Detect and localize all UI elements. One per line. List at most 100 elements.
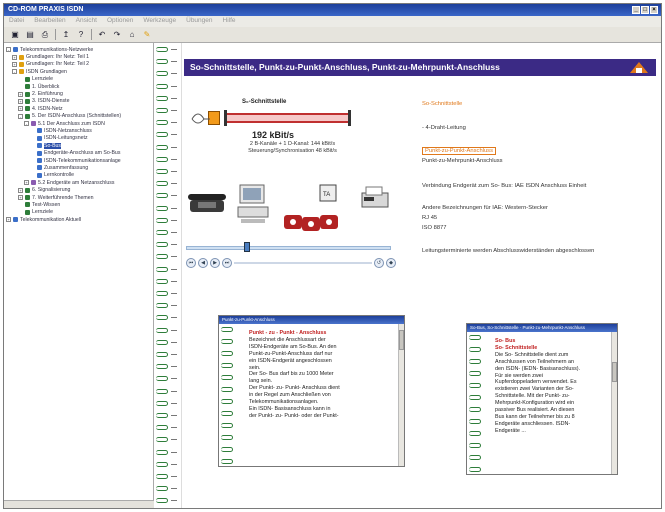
animation-nav-button[interactable]: ◀: [198, 258, 208, 268]
collapse-icon[interactable]: -: [24, 121, 29, 127]
info-link[interactable]: So-Schnittstelle: [422, 101, 462, 107]
tree-item[interactable]: + Telekommunikation Aktuell: [6, 216, 151, 223]
tree-item[interactable]: Zusammenfassung: [6, 164, 151, 171]
page-icon: [37, 165, 42, 171]
help-icon[interactable]: ?: [76, 30, 86, 40]
expand-icon[interactable]: +: [12, 54, 17, 60]
fax-icon[interactable]: [360, 185, 392, 211]
popup-scrollbar[interactable]: [398, 324, 404, 466]
animation-slider-thumb[interactable]: [244, 242, 250, 252]
animation-nav-button[interactable]: ⏭: [222, 258, 232, 268]
menu-item[interactable]: Optionen: [107, 17, 133, 26]
tree-item[interactable]: Lernkontrolle: [6, 172, 151, 179]
popup-line: in der Regel zum Anschließen von: [249, 392, 331, 399]
spiral-tick: [171, 232, 177, 233]
folder-icon: [19, 61, 24, 67]
popup-scrollbar[interactable]: [611, 332, 617, 474]
info-text: Verbindung Endgerät zum So- Bus: IAE ISD…: [422, 183, 587, 189]
tree-item[interactable]: Lernziele: [6, 209, 151, 216]
tree-item-label: Lernkontrolle: [44, 172, 74, 179]
tree-item[interactable]: +4. ISDN-Netz: [6, 105, 151, 112]
menu-item[interactable]: Werkzeuge: [143, 17, 176, 26]
tree-item[interactable]: + Grundlagen: Ihr Netz: Teil 2: [6, 61, 151, 68]
tree-item[interactable]: So-Bus: [6, 142, 151, 149]
isdn-phones-icon[interactable]: [284, 203, 344, 235]
expand-icon[interactable]: +: [24, 180, 29, 186]
tree-item[interactable]: +6. Signalisierung: [6, 186, 151, 193]
tree-item[interactable]: - ISDN Grundlagen: [6, 68, 151, 75]
save-icon[interactable]: ▤: [25, 30, 35, 40]
computer-icon[interactable]: [236, 183, 270, 225]
spiral-ring: [156, 83, 168, 89]
minimize-button[interactable]: _: [632, 6, 640, 14]
home-icon[interactable]: ⌂: [127, 30, 137, 40]
menu-item[interactable]: Übungen: [186, 17, 212, 26]
spiral-tick: [171, 488, 177, 490]
spiral-tick: [171, 195, 177, 197]
menu-item[interactable]: Hilfe: [223, 17, 236, 26]
close-button[interactable]: ×: [650, 6, 658, 14]
popup-line: ein ISDN-Endgerät angeschlossen: [249, 357, 332, 364]
tree-item[interactable]: ISDN-Telekommunikationsanlage: [6, 157, 151, 164]
open-icon[interactable]: ▣: [10, 30, 20, 40]
expand-icon[interactable]: +: [18, 91, 23, 97]
telephone-icon[interactable]: [188, 188, 228, 216]
spiral-tick: [171, 85, 177, 87]
spiral-tick: [171, 73, 177, 75]
tree-item[interactable]: 1. Überblick: [6, 83, 151, 90]
undo-icon[interactable]: ↶: [97, 30, 107, 40]
spiral-ring: [156, 278, 168, 284]
tree-item[interactable]: +3. ISDN-Dienste: [6, 98, 151, 105]
tree-item[interactable]: + Grundlagen: Ihr Netz: Teil 1: [6, 53, 151, 60]
collapse-icon[interactable]: -: [6, 47, 11, 53]
menu-item[interactable]: Datei: [9, 17, 24, 26]
animation-nav-button[interactable]: ⏮: [186, 258, 196, 268]
tree-item[interactable]: Test-Wissen: [6, 201, 151, 208]
popup-so-bus[interactable]: So-Bus, So-Schnittstelle · Punkt-zu-Mehr…: [466, 323, 618, 475]
tree-item[interactable]: Lernziele: [6, 76, 151, 83]
tree-item[interactable]: +2. Einführung: [6, 90, 151, 97]
tree-item[interactable]: +5.2 Endgeräte am Netzanschluss: [6, 179, 151, 186]
tree-item[interactable]: ISDN-Leitungsnetz: [6, 135, 151, 142]
navigation-tree: - Telekommunikations-Netzwerke + Grundlagen…: [4, 43, 154, 508]
tree-item[interactable]: +7. Weiterführende Themen: [6, 194, 151, 201]
spiral-ring: [156, 437, 168, 443]
tree-item-label: 6. Signalisierung: [32, 187, 71, 194]
expand-icon[interactable]: +: [6, 217, 11, 223]
expand-icon[interactable]: +: [18, 195, 23, 200]
info-link[interactable]: Punkt-zu-Punkt-Anschluss: [422, 147, 496, 155]
forward-icon[interactable]: ↥: [61, 30, 71, 40]
expand-icon[interactable]: +: [18, 106, 23, 112]
animation-nav-button[interactable]: ◆: [386, 258, 396, 268]
tree-item[interactable]: - Telekommunikations-Netzwerke: [6, 46, 151, 53]
terminal-adapter-icon[interactable]: TA: [318, 183, 340, 205]
animation-nav-button[interactable]: ▶: [210, 258, 220, 268]
tree-item[interactable]: ISDN-Netzanschluss: [6, 127, 151, 134]
spiral-tick: [171, 378, 177, 380]
tree-item[interactable]: Endgeräte-Anschluss am So-Bus: [6, 149, 151, 156]
animation-nav-button[interactable]: ↺: [374, 258, 384, 268]
expand-icon[interactable]: +: [18, 98, 23, 104]
animation-slider-track[interactable]: [186, 246, 391, 250]
tree-item-label: Grundlagen: Ihr Netz: Teil 1: [26, 54, 90, 61]
tree-item[interactable]: - 5.1 Der Anschluss zum ISDN: [6, 120, 151, 127]
collapse-icon[interactable]: -: [18, 113, 23, 119]
tree-horizontal-scrollbar[interactable]: [4, 500, 154, 508]
menu-bar: Datei Bearbeiten Ansicht Optionen Werkzeuge Ü…: [4, 16, 661, 27]
menu-item[interactable]: Ansicht: [76, 17, 97, 26]
leaf-spacer: [30, 128, 35, 133]
expand-icon[interactable]: +: [12, 61, 17, 67]
popup-line: Der So- Bus darf bis zu 1000 Meter: [249, 371, 334, 378]
collapse-icon[interactable]: -: [12, 69, 17, 75]
tree-item-label: ISDN-Netzanschluss: [44, 127, 92, 134]
popup-point-to-point[interactable]: Punkt-zu-Punkt-Anschluss Punkt - zu - Pu…: [218, 315, 405, 467]
tree-item-label: Test-Wissen: [32, 201, 61, 208]
tree-item[interactable]: - 5. Der ISDN-Anschluss (Schnittstellen): [6, 113, 151, 120]
print-icon[interactable]: ⎙: [40, 30, 50, 40]
popup-line: lang sein.: [249, 378, 273, 385]
highlight-icon[interactable]: ✎: [142, 30, 152, 40]
maximize-button[interactable]: □: [641, 6, 649, 14]
menu-item[interactable]: Bearbeiten: [34, 17, 65, 26]
redo-icon[interactable]: ↷: [112, 30, 122, 40]
expand-icon[interactable]: +: [18, 187, 23, 193]
